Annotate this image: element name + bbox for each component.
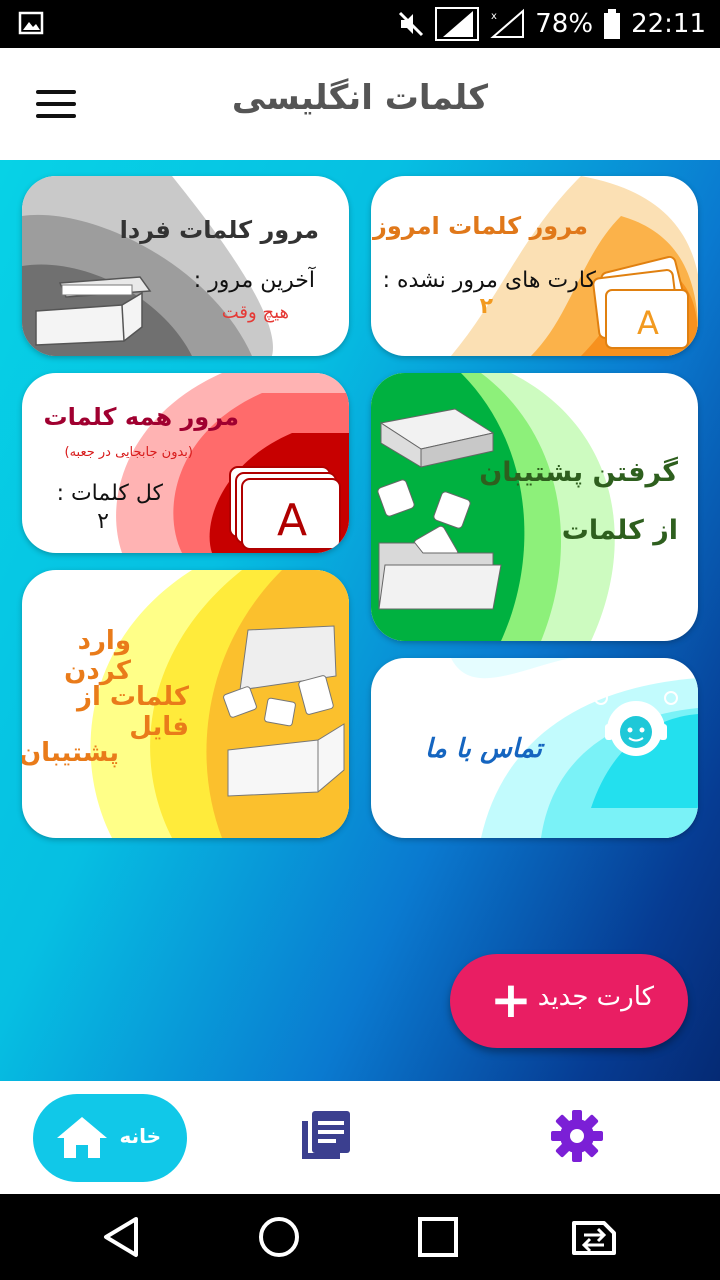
support-headset-icon bbox=[594, 691, 678, 756]
card-value: هیچ وقت bbox=[221, 302, 289, 323]
signal-sim1-icon bbox=[435, 7, 480, 41]
card-label: کارت های مرور نشده : bbox=[382, 268, 596, 293]
review-today-card[interactable]: A مرور کلمات امروز کارت های مرور نشده : … bbox=[371, 176, 698, 356]
app-bar: کلمات انگلیسی bbox=[0, 48, 720, 160]
status-bar: x 78% 22:11 bbox=[0, 0, 720, 48]
card-label: کل کلمات : bbox=[56, 481, 163, 506]
backup-card[interactable]: گرفتن پشتیبان از کلمات bbox=[371, 373, 698, 641]
new-card-button[interactable]: + کارت جدید bbox=[450, 954, 688, 1048]
recents-icon[interactable] bbox=[416, 1215, 460, 1259]
card-title: مرور همه کلمات bbox=[43, 403, 240, 431]
svg-text:x: x bbox=[491, 11, 497, 22]
main-content: A مرور کلمات امروز کارت های مرور نشده : … bbox=[0, 160, 720, 1081]
card-value: ۲ bbox=[97, 509, 109, 534]
clock: 22:11 bbox=[631, 9, 706, 39]
card-line-1: وارد کردن bbox=[64, 626, 131, 686]
card-title: مرور کلمات امروز bbox=[373, 212, 588, 240]
mute-icon bbox=[399, 11, 424, 37]
card-title: تماس با ما bbox=[424, 734, 542, 764]
bottom-navigation: خانه bbox=[0, 1081, 720, 1194]
plus-icon: + bbox=[490, 971, 532, 1029]
card-line-1: گرفتن پشتیبان bbox=[479, 457, 678, 488]
review-tomorrow-card[interactable]: مرور کلمات فردا آخرین مرور : هیچ وقت bbox=[22, 176, 349, 356]
svg-text:A: A bbox=[637, 304, 659, 342]
svg-text:A: A bbox=[277, 495, 307, 546]
nav-word-list[interactable] bbox=[298, 1109, 352, 1163]
new-card-label: کارت جدید bbox=[537, 982, 654, 1012]
settings-gear-icon[interactable] bbox=[550, 1109, 604, 1163]
switch-sim-icon[interactable] bbox=[570, 1215, 624, 1259]
card-box-icon bbox=[35, 276, 152, 346]
card-line-3: پشتیبان bbox=[22, 738, 119, 768]
card-subtitle: (بدون جابجایی در جعبه) bbox=[64, 445, 194, 460]
letter-cards-icon: A bbox=[229, 466, 341, 550]
card-line-2: کلمات از فایل bbox=[77, 682, 189, 742]
page-title: کلمات انگلیسی bbox=[231, 78, 489, 118]
card-box-import-icon bbox=[223, 625, 345, 797]
card-title: مرور کلمات فردا bbox=[119, 216, 319, 244]
signal-sim2-icon: x bbox=[490, 8, 525, 38]
nav-home[interactable]: خانه bbox=[33, 1094, 187, 1182]
card-value: ۲ bbox=[479, 294, 493, 319]
battery-icon bbox=[604, 9, 621, 39]
home-icon bbox=[57, 1117, 107, 1158]
import-card[interactable]: وارد کردن کلمات از فایل پشتیبان bbox=[22, 570, 349, 838]
nav-home-label: خانه bbox=[119, 1124, 161, 1148]
contact-card[interactable]: تماس با ما bbox=[371, 658, 698, 838]
back-icon[interactable] bbox=[100, 1215, 144, 1259]
system-navigation-bar bbox=[0, 1194, 720, 1280]
card-line-2: از کلمات bbox=[561, 515, 678, 546]
home-circle-icon[interactable] bbox=[257, 1215, 301, 1259]
review-all-card[interactable]: A مرور همه کلمات (بدون جابجایی در جعبه) … bbox=[22, 373, 349, 553]
folder-backup-icon bbox=[377, 408, 502, 610]
battery-percent: 78% bbox=[535, 9, 594, 39]
card-label: آخرین مرور : bbox=[193, 268, 315, 293]
image-notification-icon bbox=[18, 11, 44, 35]
